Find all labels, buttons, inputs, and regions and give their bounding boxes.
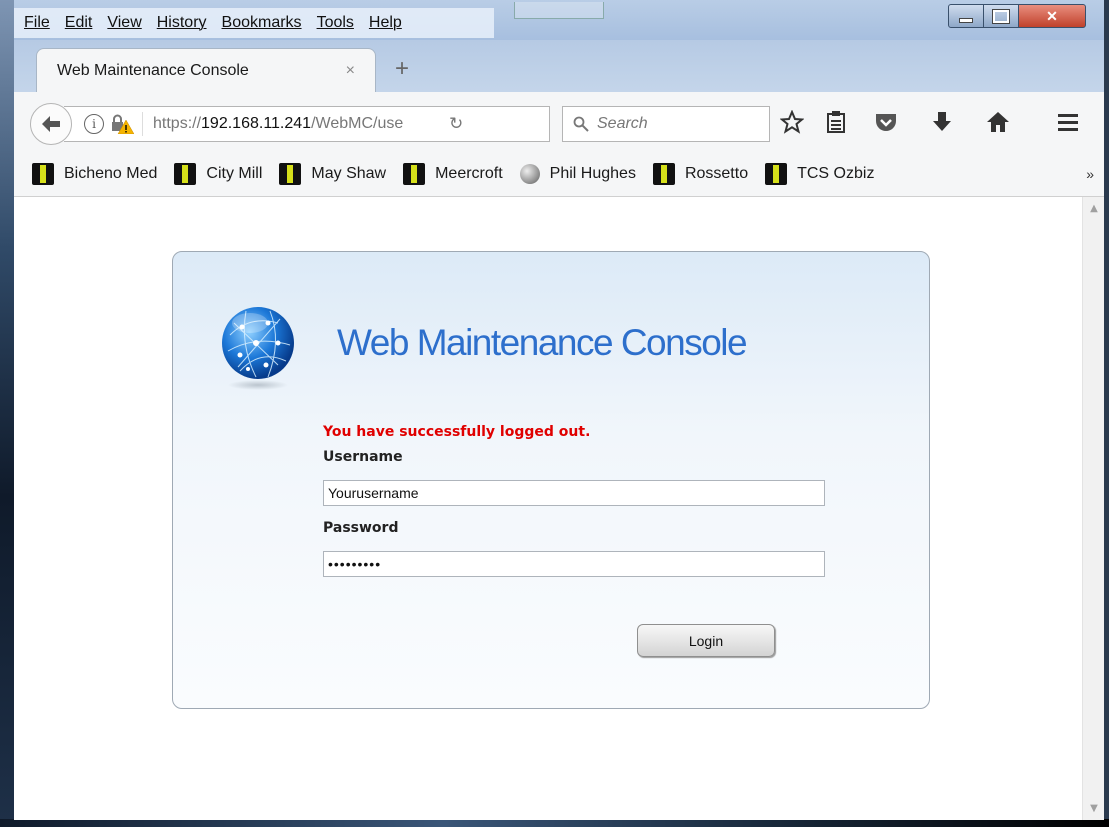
desktop-edge [0, 0, 14, 827]
pocket-icon[interactable] [872, 108, 900, 136]
bookmark-label: May Shaw [311, 165, 387, 182]
bookmark-favicon [403, 163, 426, 185]
reload-icon[interactable]: ↻ [449, 114, 463, 134]
download-icon[interactable] [928, 108, 956, 136]
url-host: 192.168.11.241 [201, 115, 312, 132]
logout-message: You have successfully logged out. [323, 424, 591, 440]
url-bar[interactable]: i https://192.168.11.241/WebMC/use ↻ [64, 106, 550, 142]
username-label: Username [323, 449, 403, 465]
login-panel: Web Maintenance Console You have success… [172, 251, 930, 709]
scroll-up-arrow-icon[interactable]: ▲ [1087, 203, 1101, 214]
minimize-button[interactable] [948, 4, 984, 28]
bookmark-label: Phil Hughes [549, 165, 636, 182]
insecure-lock-icon[interactable] [110, 114, 135, 135]
bookmark-star-icon[interactable] [778, 108, 806, 136]
url-scheme: https:// [153, 115, 202, 132]
back-button[interactable] [30, 103, 72, 145]
hamburger-menu-icon[interactable] [1054, 108, 1082, 136]
site-info-icon[interactable]: i [84, 114, 104, 134]
desktop-taskbar-edge [0, 819, 1109, 827]
tab-close-icon[interactable]: × [346, 62, 355, 80]
menu-file[interactable]: File [24, 14, 50, 32]
globe-icon [519, 164, 540, 184]
bookmarks-toolbar: Bicheno Med City Mill May Shaw Meercroft… [14, 152, 1104, 197]
bookmarks-overflow-chevron-icon[interactable]: » [1086, 166, 1094, 182]
bookmark-may-shaw[interactable]: May Shaw [279, 163, 386, 185]
minimize-icon [959, 17, 973, 23]
menu-tools[interactable]: Tools [317, 14, 354, 32]
bookmark-bicheno-med[interactable]: Bicheno Med [32, 163, 157, 185]
navigation-toolbar: i https://192.168.11.241/WebMC/use ↻ Sea… [14, 92, 1104, 153]
bookmark-label: Rossetto [684, 165, 749, 182]
bookmark-tcs-ozbiz[interactable]: TCS Ozbiz [765, 163, 874, 185]
password-label: Password [323, 520, 399, 536]
vertical-scrollbar[interactable]: ▲ ▼ [1082, 197, 1104, 820]
bookmark-favicon [279, 163, 302, 185]
bookmark-phil-hughes[interactable]: Phil Hughes [519, 164, 636, 184]
home-icon[interactable] [984, 108, 1012, 136]
menu-view[interactable]: View [107, 14, 141, 32]
close-icon: ✕ [1046, 7, 1058, 24]
url-text[interactable]: https://192.168.11.241/WebMC/use [153, 115, 433, 133]
search-placeholder: Search [597, 115, 648, 132]
search-bar[interactable]: Search [562, 106, 770, 142]
bookmark-label: TCS Ozbiz [797, 165, 875, 182]
bookmark-label: City Mill [206, 165, 263, 182]
tab-title: Web Maintenance Console [57, 62, 249, 79]
menu-history[interactable]: History [157, 14, 207, 32]
menu-bar: File Edit View History Bookmarks Tools H… [14, 8, 494, 38]
bookmark-favicon [32, 163, 54, 185]
page-title: Web Maintenance Console [337, 322, 748, 363]
menu-bookmarks[interactable]: Bookmarks [222, 14, 302, 32]
maximize-button[interactable] [983, 4, 1019, 28]
tab-web-maintenance-console[interactable]: Web Maintenance Console × [36, 48, 376, 93]
scroll-down-arrow-icon[interactable]: ▼ [1087, 803, 1101, 814]
url-path: /WebMC/use [311, 115, 404, 132]
bookmark-label: Bicheno Med [64, 165, 158, 182]
menu-help[interactable]: Help [369, 14, 402, 32]
new-tab-button[interactable]: + [389, 56, 415, 82]
close-window-button[interactable]: ✕ [1018, 4, 1086, 28]
bookmark-city-mill[interactable]: City Mill [174, 163, 262, 185]
page-content: Web Maintenance Console You have success… [14, 197, 1082, 820]
title-bar: File Edit View History Bookmarks Tools H… [14, 0, 1104, 40]
bookmark-favicon [174, 163, 197, 185]
bookmark-favicon [765, 163, 788, 185]
menu-edit[interactable]: Edit [65, 14, 93, 32]
tab-strip: Web Maintenance Console × + [14, 40, 1104, 93]
bookmark-meercroft[interactable]: Meercroft [403, 163, 503, 185]
globe-logo-icon [220, 305, 296, 391]
search-icon [573, 116, 589, 132]
bookmark-rossetto[interactable]: Rossetto [652, 163, 749, 185]
username-input[interactable] [323, 480, 825, 506]
bookmark-label: Meercroft [435, 165, 503, 182]
title-bar-decoration [514, 2, 604, 19]
bookmark-favicon [652, 163, 675, 185]
maximize-icon [992, 8, 1010, 24]
browser-window: File Edit View History Bookmarks Tools H… [14, 0, 1104, 820]
back-arrow-icon [42, 116, 60, 132]
login-button[interactable]: Login [637, 624, 775, 657]
password-input[interactable] [323, 551, 825, 577]
url-separator [142, 112, 143, 136]
reading-list-icon[interactable] [822, 108, 850, 136]
